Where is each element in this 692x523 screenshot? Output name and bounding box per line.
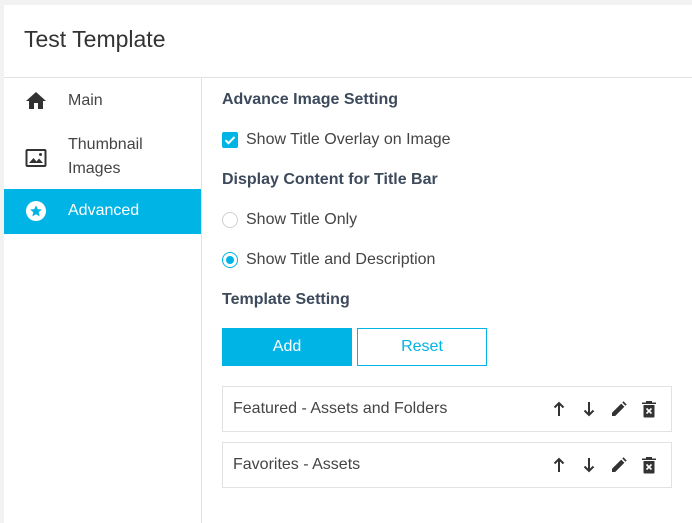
header: Test Template	[4, 5, 692, 78]
edit-icon[interactable]	[610, 456, 628, 474]
sidebar-item-label: Advanced	[68, 202, 140, 219]
checkbox-checked-icon[interactable]	[222, 132, 238, 148]
page-title: Test Template	[24, 26, 166, 52]
delete-icon[interactable]	[640, 456, 658, 474]
arrow-up-icon[interactable]	[550, 400, 568, 418]
radio-unselected-icon[interactable]	[222, 212, 238, 228]
checkbox-label: Show Title Overlay on Image	[246, 131, 451, 148]
sidebar-item-label: Main	[68, 92, 103, 109]
arrow-down-icon[interactable]	[580, 456, 598, 474]
sidebar-item-thumbnail-images[interactable]: Thumbnail Images	[4, 124, 201, 189]
sidebar-item-main[interactable]: Main	[4, 78, 201, 124]
edit-icon[interactable]	[610, 400, 628, 418]
advanced-settings: Advance Image Setting Show Title Overlay…	[202, 78, 692, 523]
template-panel: Test Template Main Thumbnail Images Adva…	[4, 5, 692, 523]
sidebar: Main Thumbnail Images Advanced	[4, 78, 202, 523]
sidebar-item-label: Thumbnail Images	[68, 136, 143, 177]
image-setting-heading: Advance Image Setting	[222, 91, 399, 108]
radio-selected-icon[interactable]	[222, 252, 238, 268]
radio-label: Show Title and Description	[246, 251, 436, 268]
template-name: Featured - Assets and Folders	[233, 400, 448, 417]
star-icon	[24, 199, 48, 223]
template-setting-heading: Template Setting	[222, 291, 350, 308]
image-icon	[24, 146, 48, 170]
reset-button[interactable]: Reset	[357, 328, 487, 366]
title-bar-heading: Display Content for Title Bar	[222, 171, 438, 188]
delete-icon[interactable]	[640, 400, 658, 418]
template-name: Favorites - Assets	[233, 456, 361, 473]
list-item: Favorites - Assets	[222, 442, 672, 488]
arrow-up-icon[interactable]	[550, 456, 568, 474]
home-icon	[24, 89, 48, 113]
sidebar-item-advanced[interactable]: Advanced	[4, 189, 201, 234]
add-button[interactable]: Add	[222, 328, 352, 366]
list-item: Featured - Assets and Folders	[222, 386, 672, 432]
arrow-down-icon[interactable]	[580, 400, 598, 418]
radio-label: Show Title Only	[246, 211, 358, 228]
